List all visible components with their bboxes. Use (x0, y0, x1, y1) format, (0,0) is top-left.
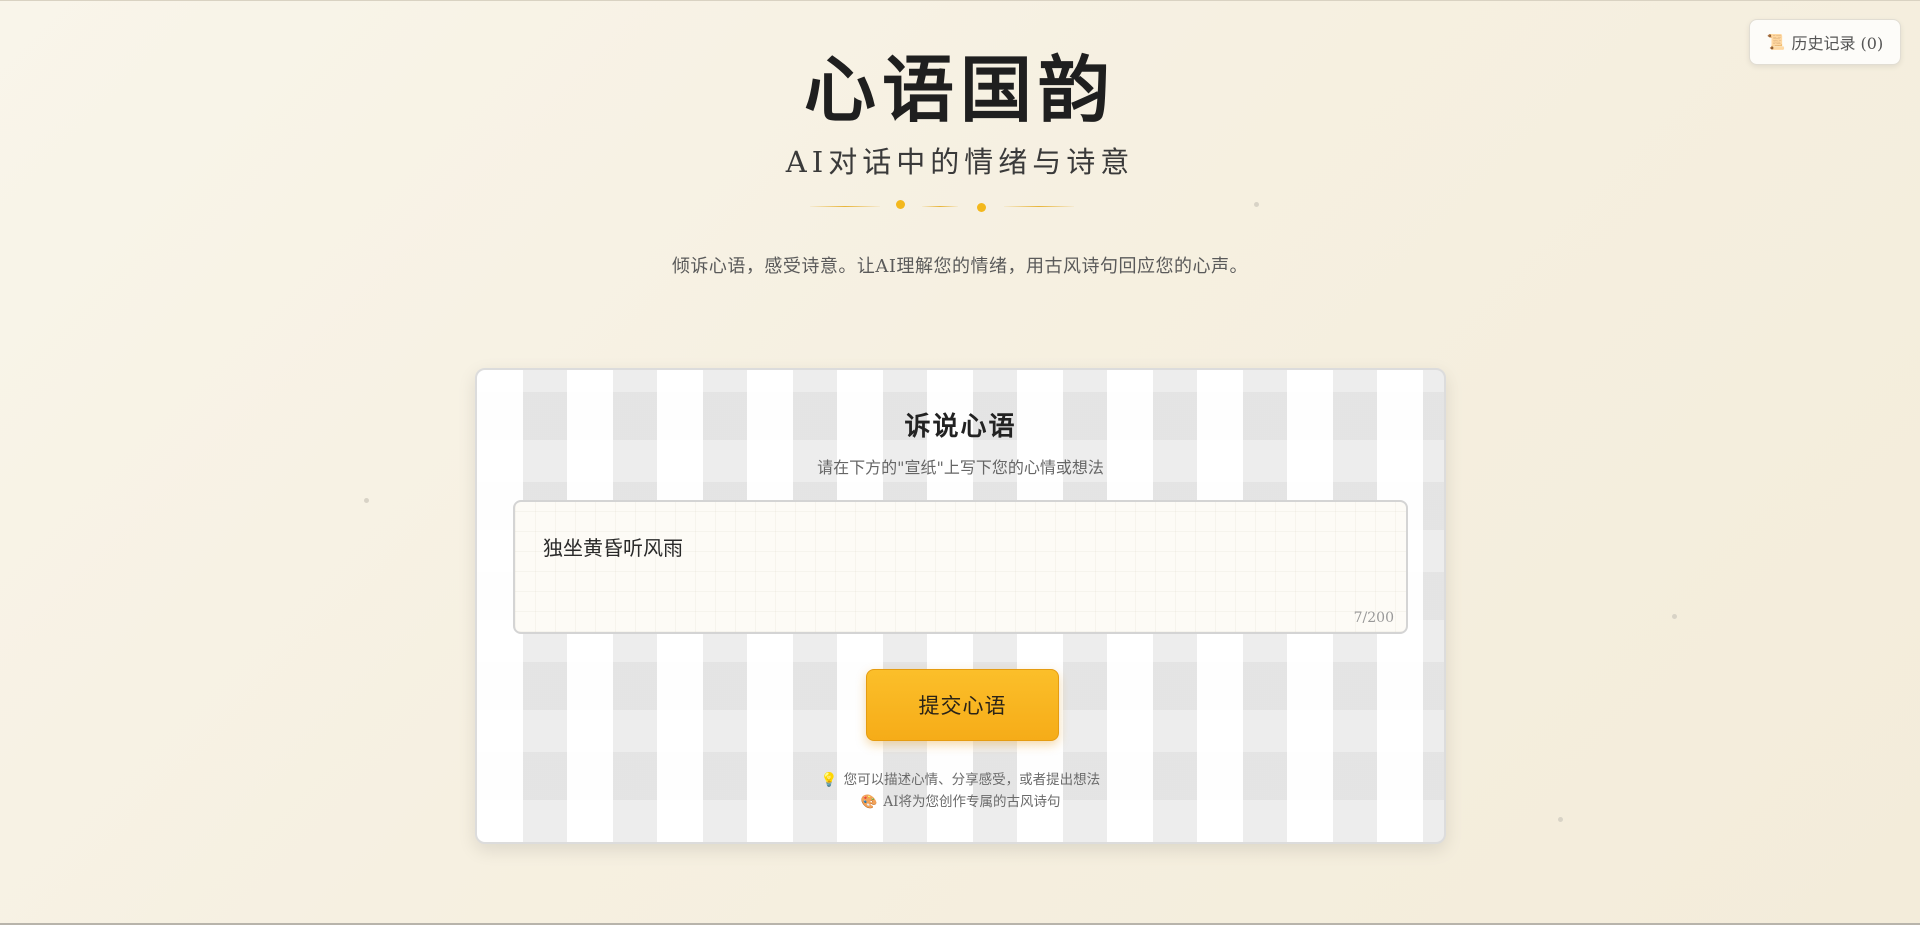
page-header: 心语国韵 AI对话中的情绪与诗意 倾诉心语，感受诗意。让AI理解您的情绪，用古风… (0, 42, 1920, 278)
ornament-divider (810, 194, 1110, 218)
decor-dot (1558, 817, 1563, 822)
card-title: 诉说心语 (904, 412, 1017, 442)
lightbulb-icon: 💡 (820, 772, 838, 788)
mood-input-value: 独坐黄昏听风雨 (543, 536, 683, 560)
decor-dot (1672, 614, 1677, 619)
intro-text: 倾诉心语，感受诗意。让AI理解您的情绪，用古风诗句回应您的心声。 (671, 256, 1249, 277)
tips: 💡 您可以描述心情、分享感受，或者提出想法 🎨 AI将为您创作专属的古风诗句 (477, 769, 1444, 813)
char-counter: 7/200 (1353, 610, 1394, 626)
submit-button[interactable]: 提交心语 (866, 669, 1059, 741)
input-card: 诉说心语 请在下方的"宣纸"上写下您的心情或想法 独坐黄昏听风雨 7/200 提… (475, 368, 1446, 844)
page-subtitle: AI对话中的情绪与诗意 (785, 145, 1135, 179)
card-subtitle: 请在下方的"宣纸"上写下您的心情或想法 (817, 458, 1104, 477)
palette-icon: 🎨 (860, 794, 878, 810)
page-title: 心语国韵 (803, 47, 1116, 132)
mood-textarea[interactable]: 独坐黄昏听风雨 7/200 (513, 500, 1408, 634)
tip-item: 🎨 AI将为您创作专属的古风诗句 (860, 794, 1061, 810)
top-border (0, 0, 1920, 1)
decor-dot (364, 498, 369, 503)
tip-item: 💡 您可以描述心情、分享感受，或者提出想法 (820, 772, 1101, 788)
